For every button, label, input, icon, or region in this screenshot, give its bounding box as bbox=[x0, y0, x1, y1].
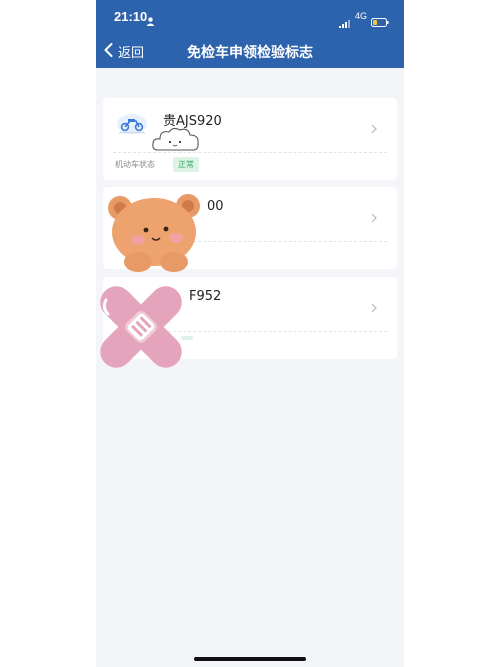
card-divider bbox=[113, 152, 387, 153]
vehicle-card[interactable]: 贵AJS920 机动车状态 正常 bbox=[103, 98, 397, 180]
phone-screen: 21:10 4G 返回 免检车申领检验标志 贵AJS920 机动车状态 正常 0… bbox=[96, 0, 404, 667]
status-time: 21:10 bbox=[114, 9, 148, 24]
chevron-right-icon bbox=[371, 208, 377, 227]
signal-icon bbox=[339, 13, 352, 32]
status-badge bbox=[181, 336, 193, 340]
page-title: 免检车申领检验标志 bbox=[187, 45, 313, 61]
user-icon bbox=[146, 11, 155, 30]
status-badge: 正常 bbox=[173, 157, 199, 172]
network-type: 4G bbox=[355, 11, 368, 21]
card-divider bbox=[113, 331, 387, 332]
home-indicator bbox=[194, 657, 306, 661]
plate-number-partial: F952 bbox=[189, 289, 222, 304]
motorcycle-icon bbox=[115, 112, 149, 136]
plate-number: 贵AJS920 bbox=[163, 114, 222, 129]
nav-bar: 返回 免检车申领检验标志 bbox=[96, 34, 404, 68]
chevron-right-icon bbox=[371, 298, 377, 317]
status-bar: 21:10 4G bbox=[96, 0, 404, 34]
plate-number-partial: 00 bbox=[207, 199, 224, 214]
app-header: 21:10 4G 返回 免检车申领检验标志 bbox=[96, 0, 404, 68]
vehicle-card[interactable]: F952 bbox=[103, 277, 397, 359]
card-divider bbox=[113, 241, 387, 242]
vehicle-card[interactable]: 00 bbox=[103, 187, 397, 269]
battery-icon bbox=[371, 12, 389, 31]
chevron-right-icon bbox=[371, 119, 377, 138]
status-label: 机动车状态 bbox=[115, 160, 155, 169]
